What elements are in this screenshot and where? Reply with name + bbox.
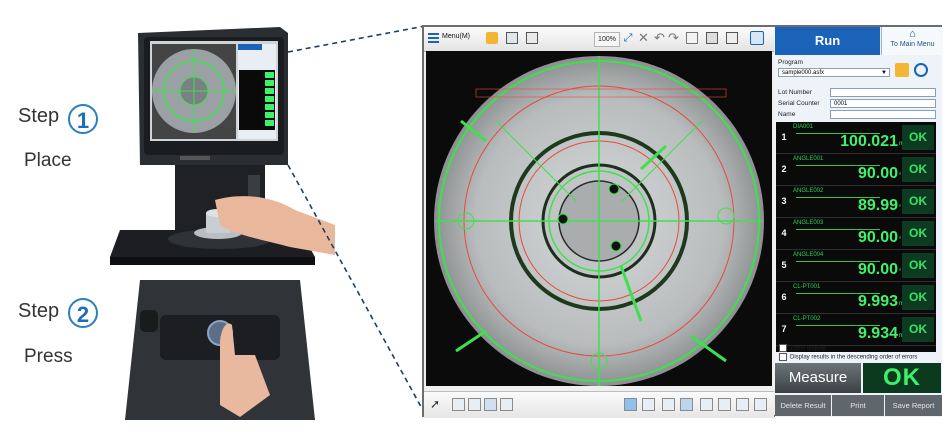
result-status: OK [902, 221, 934, 246]
software-screen: Menu(M) 100% ⤢ ✕ ↶ ↷ ➚ Run ⌂ To Main Men… [422, 25, 943, 418]
measurement-image[interactable] [426, 51, 772, 386]
tool-icon-8[interactable] [718, 398, 731, 411]
result-value: 100.021 [840, 133, 898, 150]
help-icon[interactable] [750, 31, 764, 45]
result-name: CL-PT002 [793, 316, 821, 322]
result-value: 9.993 [857, 293, 898, 310]
main-menu-button[interactable]: ⌂ To Main Menu [881, 27, 943, 55]
lot-number-label: Lot Number [778, 89, 812, 96]
result-number: 7 [781, 324, 787, 334]
result-number: 5 [781, 260, 787, 270]
print-icon[interactable] [526, 32, 538, 44]
results-list: 1 DIA001 100.021 mm OK 2 ANGLE001 90.00 … [776, 122, 936, 352]
program-select[interactable]: sample000.asfx ▼ [778, 68, 890, 77]
result-value: 90.00 [857, 165, 898, 182]
program-value: sample000.asfx [782, 70, 825, 76]
result-value: 90.00 [857, 261, 898, 278]
result-row[interactable]: 4 ANGLE003 90.00 ° OK [776, 218, 936, 250]
tool-icon-10[interactable] [754, 398, 767, 411]
display-icon[interactable] [706, 32, 718, 44]
result-status: OK [902, 285, 934, 310]
descending-order-checkbox[interactable]: Display results in the descending order … [779, 353, 917, 361]
checkbox-box[interactable] [779, 344, 787, 352]
tool-icon-1[interactable] [452, 398, 465, 411]
tool-icon-3[interactable] [484, 398, 497, 411]
toolbar: Menu(M) 100% ⤢ ✕ ↶ ↷ [424, 27, 774, 52]
copy-icon[interactable] [686, 32, 698, 44]
name-label: Name [778, 111, 796, 118]
zoom-fit-icon[interactable]: ⤢ [622, 32, 634, 44]
tool-icon-5[interactable] [662, 398, 675, 411]
serial-counter-field[interactable]: 0001 [830, 99, 936, 108]
result-row[interactable]: 5 ANGLE004 90.00 ° OK [776, 250, 936, 282]
result-name: ANGLE004 [793, 252, 824, 258]
home-icon: ⌂ [909, 28, 916, 40]
result-name: ANGLE002 [793, 188, 824, 194]
zoom-display-checkbox[interactable]: Zoom display [779, 344, 826, 352]
result-number: 1 [781, 132, 787, 142]
run-button[interactable]: Run [775, 27, 880, 55]
tool-icon-6[interactable] [680, 398, 693, 411]
chevron-down-icon: ▼ [881, 70, 887, 76]
zoom-select[interactable]: 100% [594, 32, 620, 47]
result-value: 90.00 [857, 229, 898, 246]
name-field[interactable] [830, 110, 936, 119]
result-row[interactable]: 7 CL-PT002 9.934 mm OK [776, 314, 936, 346]
image-tools-bar: ➚ [424, 391, 774, 418]
undo-icon[interactable]: ↶ [654, 30, 665, 46]
result-number: 6 [781, 292, 787, 302]
print-button[interactable]: Print [832, 395, 884, 416]
image-icon[interactable] [506, 32, 518, 44]
tool-icon-2[interactable] [468, 398, 481, 411]
measure-button[interactable]: Measure [775, 363, 861, 393]
result-number: 3 [781, 196, 787, 206]
result-number: 4 [781, 228, 787, 238]
program-label: Program [778, 59, 803, 66]
lot-number-field[interactable] [830, 88, 936, 97]
serial-counter-label: Serial Counter [778, 100, 820, 107]
result-name: ANGLE001 [793, 156, 824, 162]
result-name: CL-PT001 [793, 284, 821, 290]
checkbox-box[interactable] [779, 353, 787, 361]
result-status: OK [902, 189, 934, 214]
play-icon[interactable] [624, 398, 637, 411]
delete-result-button[interactable]: Delete Result [775, 395, 831, 416]
result-status: OK [902, 253, 934, 278]
result-value: 9.934 [857, 325, 898, 342]
result-row[interactable]: 3 ANGLE002 89.99 ° OK [776, 186, 936, 218]
save-report-button[interactable]: Save Report [885, 395, 942, 416]
tool-icon-4[interactable] [500, 398, 513, 411]
pointer-icon[interactable]: ➚ [430, 397, 440, 411]
main-menu-label: To Main Menu [890, 41, 935, 48]
result-row[interactable]: 2 ANGLE001 90.00 ° OK [776, 154, 936, 186]
folder-icon[interactable] [486, 32, 498, 44]
settings-icon[interactable] [726, 32, 738, 44]
result-name: DIA001 [793, 124, 814, 130]
measurement-overlay [434, 56, 764, 386]
result-value: 89.99 [857, 197, 898, 214]
menu-icon[interactable] [428, 33, 439, 35]
search-icon[interactable] [914, 63, 928, 77]
menu-button[interactable]: Menu(M) [442, 33, 470, 40]
stop-icon[interactable] [642, 398, 655, 411]
redo-icon[interactable]: ↷ [668, 30, 679, 46]
result-row[interactable]: 6 CL-PT001 9.993 mm OK [776, 282, 936, 314]
tool-icon-7[interactable] [700, 398, 713, 411]
overall-status: OK [863, 363, 941, 393]
result-number: 2 [781, 164, 787, 174]
zoom-display-label: Zoom display [790, 345, 826, 352]
close-icon[interactable]: ✕ [638, 30, 649, 46]
result-name: ANGLE003 [793, 220, 824, 226]
tool-icon-9[interactable] [736, 398, 749, 411]
result-status: OK [902, 317, 934, 342]
results-panel: Run ⌂ To Main Menu Program sample000.asf… [775, 27, 943, 417]
open-folder-icon[interactable] [895, 63, 909, 77]
result-row[interactable]: 1 DIA001 100.021 mm OK [776, 122, 936, 154]
descending-order-label: Display results in the descending order … [790, 354, 918, 361]
result-status: OK [902, 157, 934, 182]
result-status: OK [902, 125, 934, 150]
